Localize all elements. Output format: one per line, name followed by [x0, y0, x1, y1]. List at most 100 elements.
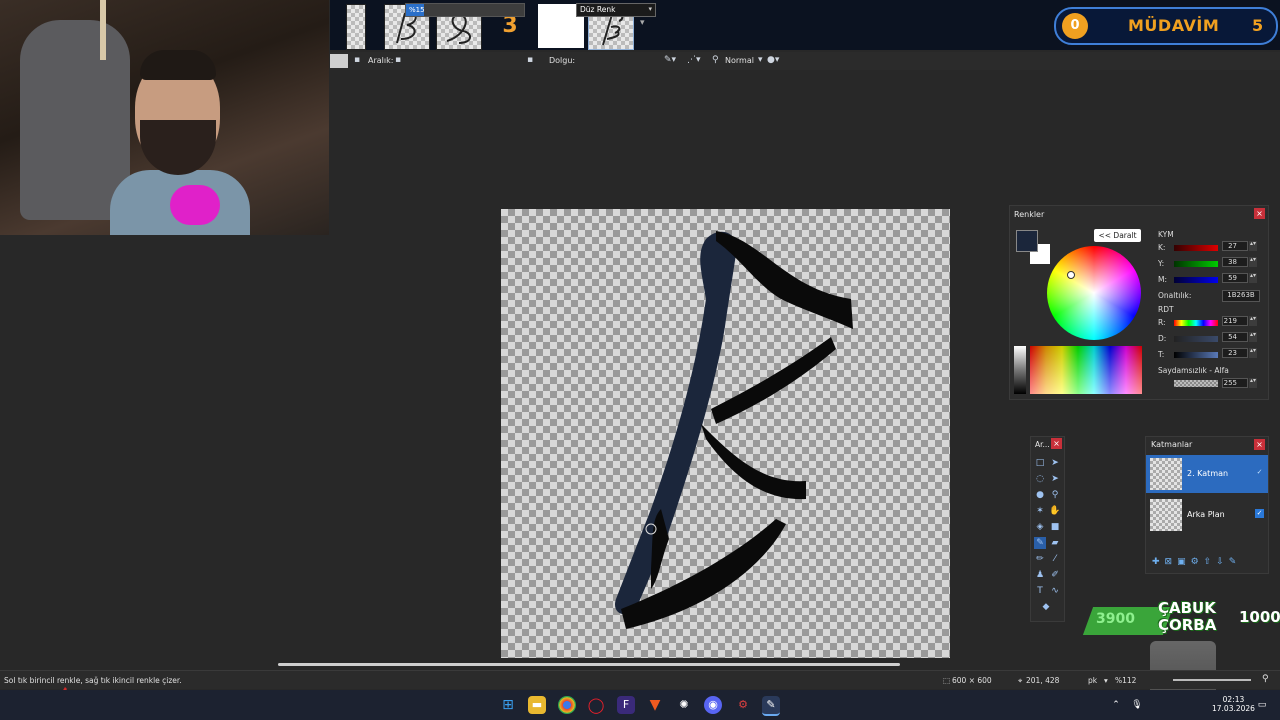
rectangle-select-icon[interactable]: □: [1034, 457, 1046, 469]
windows-start-icon[interactable]: ⊞: [499, 696, 517, 714]
close-icon[interactable]: ×: [1051, 438, 1062, 449]
t-input[interactable]: 23: [1222, 348, 1248, 358]
brave-icon[interactable]: ▼: [646, 696, 664, 714]
tool-options-bar: ▪ Aralık: ▪ ▪ Dolgu: ✎▾ ⋰▾ ⚲ Normal ▾ ●▾: [330, 52, 1280, 70]
clone-stamp-icon[interactable]: ♟: [1034, 569, 1046, 581]
alpha-input[interactable]: 255: [1222, 378, 1248, 388]
k-spinner-icon[interactable]: ▴▾: [1249, 241, 1257, 251]
text-icon[interactable]: T: [1034, 585, 1046, 597]
tray-expand-icon[interactable]: ⌃: [1110, 696, 1122, 714]
hex-label: Onaltılık:: [1158, 291, 1192, 300]
collapse-button[interactable]: << Daralt: [1094, 229, 1141, 242]
t-spinner-icon[interactable]: ▴▾: [1249, 348, 1257, 358]
alpha-slider[interactable]: [1174, 380, 1218, 387]
spacing-value: %15: [409, 6, 425, 14]
alpha-spinner-icon[interactable]: ▴▾: [1249, 378, 1257, 388]
drawing-canvas[interactable]: [501, 209, 950, 658]
move-selection-icon[interactable]: ➤: [1049, 473, 1061, 485]
antialias-icon[interactable]: ✎▾: [664, 55, 676, 65]
horizontal-scrollbar[interactable]: [278, 663, 900, 666]
spacing-slider[interactable]: %15: [405, 3, 525, 17]
d-input[interactable]: 54: [1222, 332, 1248, 342]
pan-icon[interactable]: ✋: [1049, 505, 1061, 517]
clock-time: 02:13: [1222, 695, 1245, 704]
menu-arrow-icon[interactable]: ▪: [354, 55, 360, 65]
color-picker-icon[interactable]: ⁄: [1049, 553, 1061, 565]
y-input[interactable]: 38: [1222, 257, 1248, 267]
close-icon[interactable]: ×: [1254, 208, 1265, 219]
grayscale-palette[interactable]: [1014, 346, 1026, 394]
zoom-in-icon[interactable]: ⚲: [1262, 674, 1269, 684]
unit-selector[interactable]: pk: [1088, 676, 1097, 685]
chatgpt-icon[interactable]: ✺: [675, 696, 693, 714]
saturation-slider[interactable]: [1174, 336, 1218, 342]
line-curve-icon[interactable]: ∿: [1049, 585, 1061, 597]
y-spinner-icon[interactable]: ▴▾: [1249, 257, 1257, 267]
unit-dropdown-icon[interactable]: ▾: [1104, 676, 1108, 685]
blend-mode-value[interactable]: Normal: [725, 56, 754, 65]
primary-color-swatch[interactable]: [1016, 230, 1038, 252]
layer-visible-checkbox[interactable]: ✓: [1255, 468, 1264, 477]
tools-panel-title: Ar...: [1035, 440, 1050, 449]
hex-input[interactable]: 1B263B: [1222, 290, 1260, 302]
r-input[interactable]: 219: [1222, 316, 1248, 326]
fill-dropdown[interactable]: Düz Renk ▾: [576, 3, 656, 17]
recolor-icon[interactable]: ✐: [1049, 569, 1061, 581]
tabs-scroll-icon[interactable]: ▾: [640, 18, 645, 28]
image-size-icon: ⬚: [943, 676, 951, 685]
r-spinner-icon[interactable]: ▴▾: [1249, 316, 1257, 326]
color-wheel[interactable]: [1047, 246, 1141, 340]
m-input[interactable]: 59: [1222, 273, 1248, 283]
layer-row-2[interactable]: Arka Plan ✓: [1146, 496, 1268, 534]
layer-row-1[interactable]: 2. Katman ✓: [1146, 455, 1268, 493]
value-slider[interactable]: [1174, 352, 1218, 358]
layer-visible-checkbox[interactable]: ✓: [1255, 509, 1264, 518]
lasso-select-icon[interactable]: ◌: [1034, 473, 1046, 485]
color-palette[interactable]: [1030, 346, 1142, 394]
tray-clock[interactable]: 02:13 17.03.2026: [1212, 695, 1255, 713]
discord-icon[interactable]: ◉: [704, 696, 722, 714]
paint-bucket-icon[interactable]: ◈: [1034, 521, 1046, 533]
move-selected-icon[interactable]: ➤: [1049, 457, 1061, 469]
pencil-icon[interactable]: ✏: [1034, 553, 1046, 565]
settings-app-icon[interactable]: ⚙: [734, 696, 752, 714]
alpha-blend-icon[interactable]: ●▾: [767, 55, 779, 65]
layer-thumbnail: [1150, 458, 1182, 490]
gradient-icon[interactable]: ■: [1049, 521, 1061, 533]
app-f-icon[interactable]: F: [617, 696, 635, 714]
selection-mode-icon[interactable]: ⋰▾: [687, 55, 701, 65]
spacing-increase-icon[interactable]: ▪: [527, 55, 533, 65]
shapes-icon[interactable]: ◆: [1040, 601, 1052, 613]
k-input[interactable]: 27: [1222, 241, 1248, 251]
d-label: D:: [1158, 334, 1167, 343]
hue-slider[interactable]: [1174, 320, 1218, 326]
color-wheel-picker[interactable]: [1067, 271, 1075, 279]
m-spinner-icon[interactable]: ▴▾: [1249, 273, 1257, 283]
eraser-icon[interactable]: ▰: [1049, 537, 1061, 549]
badge-label: MÜDAVİM: [1128, 16, 1220, 35]
image-size: 600 × 600: [952, 676, 992, 685]
zoom-icon[interactable]: ⚲: [1049, 489, 1061, 501]
chrome-icon[interactable]: [558, 696, 576, 714]
paintbrush-icon[interactable]: ✎: [1034, 537, 1046, 549]
file-explorer-icon[interactable]: ▬: [528, 696, 546, 714]
blend-mode-dropdown-icon[interactable]: ▾: [758, 55, 763, 65]
paint-dotnet-icon[interactable]: ✎: [762, 696, 780, 716]
m-slider[interactable]: [1174, 277, 1218, 283]
brush-preview[interactable]: [330, 54, 348, 68]
zoom-value[interactable]: %112: [1115, 676, 1136, 685]
y-slider[interactable]: [1174, 261, 1218, 267]
layer-actions-toolbar[interactable]: ✚⊠▣⚙⇧⇩✎: [1152, 557, 1241, 567]
opera-icon[interactable]: ◯: [587, 696, 605, 714]
microphone-icon[interactable]: 🎙: [1130, 696, 1144, 714]
image-tab-1[interactable]: [346, 4, 366, 50]
spacing-decrease-icon[interactable]: ▪: [395, 55, 401, 65]
d-spinner-icon[interactable]: ▴▾: [1249, 332, 1257, 342]
blend-mode-icon[interactable]: ⚲: [712, 55, 719, 65]
ellipse-select-icon[interactable]: ●: [1034, 489, 1046, 501]
magic-wand-icon[interactable]: ✶: [1034, 505, 1046, 517]
notification-icon[interactable]: ▭: [1256, 696, 1268, 714]
k-slider[interactable]: [1174, 245, 1218, 251]
close-icon[interactable]: ×: [1254, 439, 1265, 450]
zoom-slider[interactable]: [1173, 679, 1251, 681]
